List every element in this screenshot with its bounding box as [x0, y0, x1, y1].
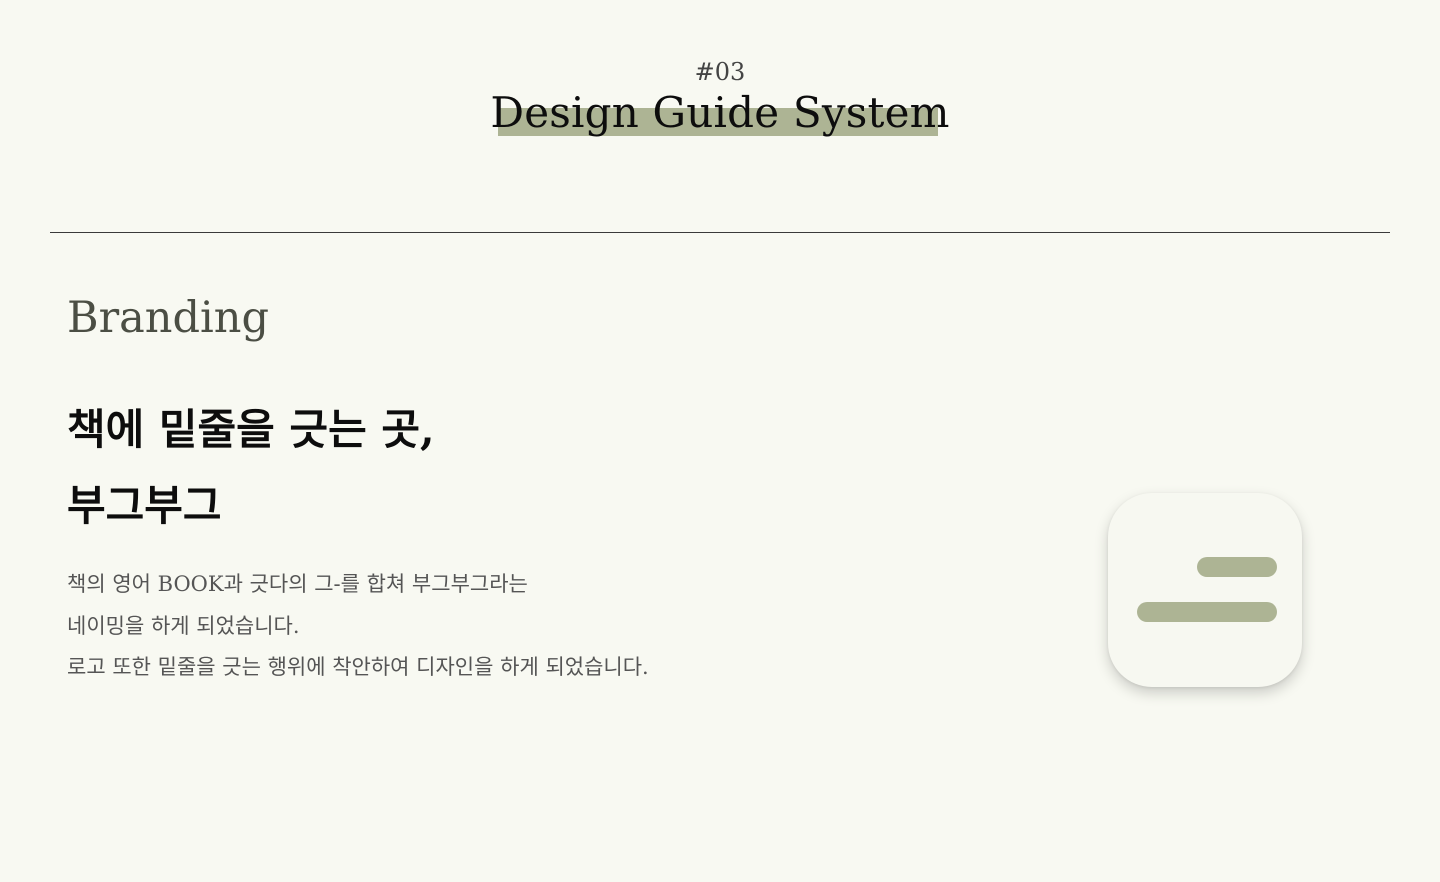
page-title: Design Guide System	[490, 88, 950, 137]
description-line: 책의 영어 BOOK과 긋다의 그-를 합쳐 부그부그라는	[67, 572, 528, 596]
headline-line: 부그부그	[67, 481, 222, 530]
description-line: 네이밍을 하게 되었습니다.	[67, 613, 300, 638]
logo-bar-short	[1197, 557, 1277, 577]
headline-line: 책에 밑줄을 긋는 곳,	[67, 405, 435, 454]
section-heading: Branding	[67, 293, 269, 343]
underline-logo-icon	[1108, 493, 1302, 687]
branding-description: 책의 영어 BOOK과 긋다의 그-를 합쳐 부그부그라는 네이밍을 하게 되었…	[67, 564, 649, 689]
page-title-block: Design Guide System	[0, 88, 1440, 138]
section-number: #03	[694, 58, 746, 86]
description-line: 로고 또한 밑줄을 긋는 행위에 착안하여 디자인을 하게 되었습니다.	[67, 655, 649, 679]
divider	[50, 232, 1390, 233]
logo-bar-long	[1137, 602, 1277, 622]
branding-headline: 책에 밑줄을 긋는 곳, 부그부그	[67, 392, 435, 544]
